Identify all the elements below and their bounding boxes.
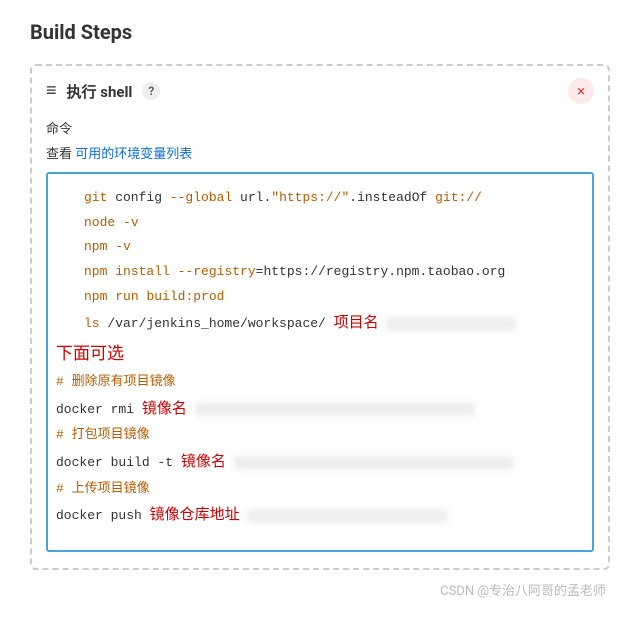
build-step-card: ≡ 执行 shell ? × 命令 查看 可用的环境变量列表 git confi… bbox=[30, 64, 610, 570]
code-comment: # 打包项目镜像 bbox=[56, 423, 584, 448]
code-line: npm run build:prod bbox=[84, 285, 584, 310]
help-icon[interactable]: ? bbox=[142, 82, 160, 100]
annotation-repo-address: 镜像仓库地址 bbox=[150, 506, 240, 523]
redacted-text bbox=[195, 402, 475, 416]
env-vars-hint: 查看 可用的环境变量列表 bbox=[46, 143, 594, 162]
watermark: CSDN @专治八阿哥的孟老师 bbox=[30, 580, 610, 599]
code-line: ls /var/jenkins_home/workspace/ 项目名 bbox=[84, 309, 584, 338]
code-line: docker rmi 镜像名 bbox=[56, 395, 584, 424]
code-line: git config --global url."https://".inste… bbox=[84, 186, 584, 211]
annotation-optional: 下面可选 bbox=[56, 344, 124, 363]
close-icon[interactable]: × bbox=[568, 78, 594, 104]
code-line: node -v bbox=[84, 211, 584, 236]
code-line: npm install --registry=https://registry.… bbox=[84, 260, 584, 285]
redacted-text bbox=[247, 509, 447, 523]
annotation-image-name: 镜像名 bbox=[181, 453, 226, 470]
env-vars-link[interactable]: 可用的环境变量列表 bbox=[75, 147, 192, 162]
command-label: 命令 bbox=[46, 118, 594, 137]
code-comment: # 删除原有项目镜像 bbox=[56, 370, 584, 395]
code-line: npm -v bbox=[84, 235, 584, 260]
annotation-project-name: 项目名 bbox=[334, 314, 379, 331]
step-header: ≡ 执行 shell ? × bbox=[46, 78, 594, 104]
redacted-text bbox=[386, 317, 516, 331]
code-comment: # 上传项目镜像 bbox=[56, 477, 584, 502]
shell-command-input[interactable]: git config --global url."https://".inste… bbox=[46, 172, 594, 552]
code-line: docker build -t 镜像名 bbox=[56, 448, 584, 477]
code-line: docker push 镜像仓库地址 bbox=[56, 501, 584, 530]
drag-handle-icon[interactable]: ≡ bbox=[46, 82, 57, 100]
page-title: Build Steps bbox=[30, 20, 610, 44]
step-title: 执行 shell bbox=[67, 81, 133, 102]
annotation-image-name: 镜像名 bbox=[142, 400, 187, 417]
redacted-text bbox=[234, 456, 514, 470]
